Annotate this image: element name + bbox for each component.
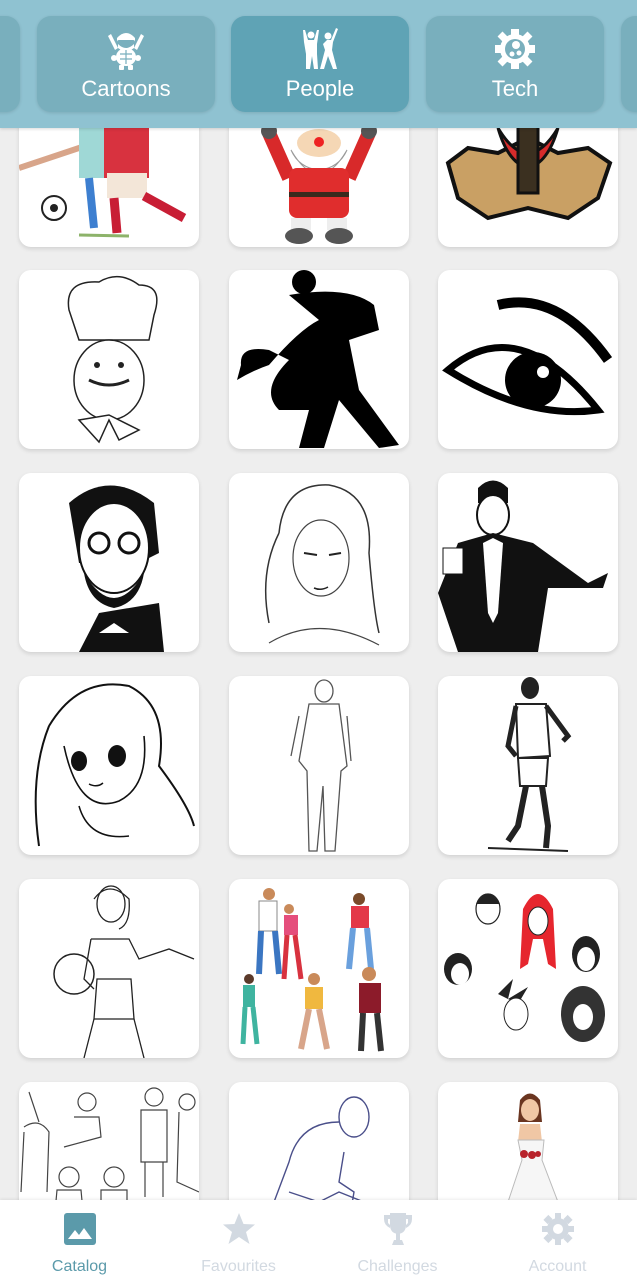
nav-tab-challenges[interactable]: Challenges bbox=[318, 1200, 477, 1280]
category-cartoons[interactable]: Cartoons bbox=[37, 16, 215, 112]
catalog-item-magician[interactable] bbox=[438, 473, 618, 652]
catalog-item-runner[interactable] bbox=[438, 676, 618, 855]
dancing-people-icon bbox=[303, 28, 338, 69]
colorful-people-image bbox=[240, 888, 384, 1052]
bottom-navigation: Catalog Favourites Challenges Account bbox=[0, 1200, 637, 1280]
catalog-item-chef[interactable] bbox=[19, 270, 199, 449]
runner-image bbox=[487, 677, 572, 852]
anime-girl-image bbox=[34, 683, 195, 847]
catalog-item-bearded-man[interactable] bbox=[19, 473, 199, 652]
catalog-item-girl-sketch[interactable] bbox=[229, 473, 409, 652]
hairstyles-image bbox=[444, 893, 605, 1042]
category-label: Cartoons bbox=[81, 76, 171, 101]
man-in-suit-image bbox=[290, 679, 352, 852]
star-icon bbox=[222, 1213, 255, 1244]
category-bar: Cartoons People Tech bbox=[0, 0, 637, 128]
turtle-icon bbox=[108, 33, 144, 70]
category-label: People bbox=[285, 76, 355, 101]
gear-icon bbox=[541, 1213, 574, 1245]
category-partial-left[interactable] bbox=[0, 16, 20, 112]
category-tech[interactable]: Tech bbox=[426, 16, 604, 112]
category-people[interactable]: People bbox=[231, 16, 409, 112]
nav-label: Catalog bbox=[51, 1258, 108, 1275]
catalog-item-fitness-woman[interactable] bbox=[19, 879, 199, 1058]
chef-image bbox=[67, 276, 158, 444]
category-partial-right[interactable] bbox=[621, 16, 637, 112]
fitness-woman-image bbox=[53, 885, 195, 1058]
magician-image bbox=[438, 480, 608, 652]
nav-label: Challenges bbox=[357, 1258, 438, 1275]
trophy-icon bbox=[383, 1213, 412, 1245]
catalog-item-hairstyles[interactable] bbox=[438, 879, 618, 1058]
catalog-item-dancing-couple[interactable] bbox=[229, 270, 409, 449]
gear-chip-icon bbox=[495, 29, 535, 69]
catalog-item-colorful-people[interactable] bbox=[229, 879, 409, 1058]
nav-tab-account[interactable]: Account bbox=[478, 1200, 637, 1280]
nav-label: Favourites bbox=[201, 1258, 276, 1275]
catalog-item-man-in-suit[interactable] bbox=[229, 676, 409, 855]
catalog-item-eye[interactable] bbox=[438, 270, 618, 449]
nav-tab-favourites[interactable]: Favourites bbox=[159, 1200, 318, 1280]
dancing-couple-image bbox=[237, 270, 399, 448]
nav-tab-catalog[interactable]: Catalog bbox=[0, 1200, 159, 1280]
bearded-man-image bbox=[69, 485, 164, 652]
category-label: Tech bbox=[491, 76, 539, 101]
eye-image bbox=[442, 297, 613, 416]
image-icon bbox=[63, 1213, 96, 1245]
catalog-item-anime-girl[interactable] bbox=[19, 676, 199, 855]
girl-sketch-image bbox=[264, 484, 380, 646]
nav-label: Account bbox=[528, 1258, 587, 1275]
